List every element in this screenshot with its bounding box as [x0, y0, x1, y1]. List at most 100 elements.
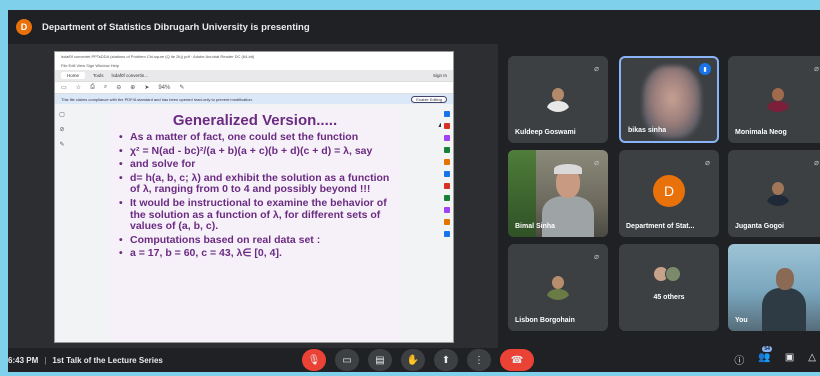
window-title: lsdaf0f convertet PPTsDDA (stations of P…	[55, 52, 453, 62]
present-icon: ⬆	[441, 354, 451, 366]
people-count-badge: 54	[762, 346, 772, 352]
tool-icon[interactable]	[444, 207, 450, 213]
participant-tile-monimala[interactable]: ⌀ Monimala Neog	[728, 56, 820, 143]
tool-icon[interactable]	[444, 123, 450, 129]
participant-name: Kuldeep Goswami	[515, 129, 576, 136]
save-icon[interactable]: ▭	[61, 84, 67, 91]
mic-toggle-button[interactable]: 🎙	[302, 349, 326, 371]
bookmark-icon[interactable]: ☆	[76, 84, 81, 91]
others-count: 45 others	[653, 294, 685, 301]
mic-off-icon: ⌀	[814, 64, 819, 73]
comment-icon[interactable]: ✎	[59, 141, 64, 148]
presenter-avatar: D	[16, 19, 32, 35]
pdf-reader-window: lsdaf0f convertet PPTsDDA (stations of P…	[54, 51, 454, 343]
read-only-notice: This file claims compliance with the PDF…	[55, 94, 453, 104]
tab-document[interactable]: lsdaf0f convertin...	[112, 73, 149, 78]
slide-bullet: a = 17, b = 60, c = 43, λ∈ [0, 4].	[119, 248, 391, 260]
tool-icon[interactable]	[444, 183, 450, 189]
left-tool-rail: ▢ ⊘ ✎	[55, 105, 69, 342]
tool-icon[interactable]	[444, 195, 450, 201]
slide-bullet: It would be instructional to examine the…	[119, 197, 391, 233]
participant-tile-kuldeep[interactable]: ⌀ Kuldeep Goswami	[508, 56, 608, 143]
slide-bullet: d= h(a, b, c; λ) and exhibit the solutio…	[119, 172, 391, 196]
speaking-indicator-icon: ▮	[699, 63, 711, 75]
captions-icon: ▤	[375, 354, 385, 366]
avatar: D	[653, 175, 685, 207]
sign-in-link[interactable]: Sign In	[433, 73, 447, 78]
mic-off-icon: ⌀	[594, 158, 599, 167]
meeting-time: 6:43 PM	[8, 355, 39, 365]
mic-off-icon: ⌀	[594, 64, 599, 73]
participant-name: Lisbon Borgohain	[515, 317, 575, 324]
participant-name: Bimal Sinha	[515, 223, 556, 230]
people-button[interactable]: 👥 54	[758, 346, 772, 367]
participant-tile-you[interactable]: You	[728, 244, 820, 331]
page-thumbnail-icon[interactable]: ▢	[59, 111, 65, 118]
enable-editing-button[interactable]: Enable Editing	[411, 95, 447, 103]
tool-icon[interactable]	[444, 219, 450, 225]
attachment-icon[interactable]: ⊘	[59, 126, 64, 133]
right-tool-rail	[441, 105, 453, 342]
more-options-button[interactable]: ⋮	[467, 349, 491, 371]
meeting-controls-bar: 6:43 PM | 1st Talk of the Lecture Series…	[8, 346, 820, 372]
reader-toolbar: ▭ ☆ ⎙ ⌕ ⊖ ⊕ ➤ 94% ✎	[55, 81, 453, 94]
tool-icon[interactable]	[444, 171, 450, 177]
people-icon: 👥	[758, 352, 771, 363]
mic-off-icon: ⌀	[594, 252, 599, 261]
tool-icon[interactable]	[444, 111, 450, 117]
tab-tools[interactable]: Tools	[93, 73, 104, 78]
tool-icon[interactable]	[444, 147, 450, 153]
avatar	[543, 82, 573, 112]
slide-bullet: As a matter of fact, one could set the f…	[119, 131, 391, 144]
hand-icon: ✋	[406, 354, 420, 366]
tool-icon[interactable]	[444, 231, 450, 237]
side-controls: ⓘ 👥 54 ▣ △	[734, 346, 816, 367]
more-icon: ⋮	[474, 354, 484, 366]
zoom-level[interactable]: 94%	[158, 85, 170, 91]
info-icon[interactable]: ⓘ	[734, 352, 744, 367]
tool-icon[interactable]	[444, 159, 450, 165]
presenter-banner: D Department of Statistics Dibrugarh Uni…	[8, 10, 820, 44]
avatar	[763, 176, 793, 206]
separator: |	[44, 355, 47, 365]
select-icon[interactable]: ➤	[144, 84, 149, 91]
chat-icon[interactable]: ▣	[785, 352, 794, 367]
pdf-page: Generalized Version..... As a matter of …	[109, 108, 444, 342]
print-icon[interactable]: ⎙	[90, 84, 95, 91]
mic-off-icon: 🎙	[307, 354, 321, 366]
participant-tile-bimal[interactable]: ⌀ Bimal Sinha	[508, 150, 608, 237]
participant-name: bikas sinha	[628, 127, 667, 134]
avatar	[763, 82, 793, 112]
participant-tile-department[interactable]: ⌀ D Department of Stat...	[619, 150, 719, 237]
participant-name: Department of Stat...	[626, 223, 695, 230]
participant-tile-juganta[interactable]: ⌀ Juganta Gogoi	[728, 150, 820, 237]
next-page-icon[interactable]: ⊕	[130, 84, 135, 91]
slide-title: Generalized Version.....	[172, 112, 338, 129]
mic-off-icon: ⌀	[814, 158, 819, 167]
annotate-icon[interactable]: ✎	[179, 84, 184, 91]
avatar	[543, 270, 573, 300]
captions-button[interactable]: ▤	[368, 349, 392, 371]
leave-call-button[interactable]: ☎	[500, 349, 534, 371]
participant-tile-lisbon[interactable]: ⌀ Lisbon Borgohain	[508, 244, 608, 331]
camera-icon: ▭	[342, 354, 352, 366]
slide-bullet: and solve for	[119, 159, 391, 171]
search-icon[interactable]: ⌕	[104, 84, 107, 91]
prev-page-icon[interactable]: ⊖	[116, 84, 121, 91]
participant-tile-others[interactable]: 45 others	[619, 244, 719, 331]
participant-tile-bikas[interactable]: ▮ bikas sinha	[619, 56, 719, 143]
mic-off-icon: ⌀	[705, 158, 710, 167]
presenter-text: Department of Statistics Dibrugarh Unive…	[42, 21, 310, 33]
activities-icon[interactable]: △	[808, 352, 816, 367]
raise-hand-button[interactable]: ✋	[401, 349, 425, 371]
participant-name: You	[735, 317, 748, 324]
shared-screen: lsdaf0f convertet PPTsDDA (stations of P…	[8, 44, 498, 348]
slide-bullet: χ² = N(ad - bc)²/(a + b)(a + c)(b + d)(c…	[119, 145, 391, 158]
slide-bullets: As a matter of fact, one could set the f…	[119, 131, 391, 260]
menu-bar: File Edit View Sign Window Help	[55, 62, 453, 70]
meeting-name: 1st Talk of the Lecture Series	[52, 355, 163, 365]
tab-home[interactable]: Home	[61, 72, 86, 79]
camera-toggle-button[interactable]: ▭	[335, 349, 359, 371]
present-button[interactable]: ⬆	[434, 349, 458, 371]
tool-icon[interactable]	[444, 135, 450, 141]
